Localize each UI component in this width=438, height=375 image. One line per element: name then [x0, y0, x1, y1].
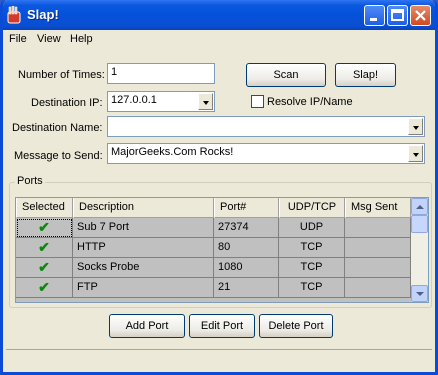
maximize-icon — [391, 9, 404, 21]
row-msg-sent-cell — [345, 258, 411, 278]
edit-port-button[interactable]: Edit Port — [189, 314, 255, 338]
check-icon: ✔ — [38, 239, 50, 255]
status-bar — [6, 349, 432, 369]
dest-name-combo[interactable] — [107, 116, 425, 137]
maximize-button[interactable] — [387, 5, 408, 26]
row-protocol-cell: TCP — [279, 278, 345, 298]
times-label: Number of Times: — [18, 69, 105, 81]
dest-ip-combo[interactable]: 127.0.0.1 — [107, 91, 215, 112]
dest-name-label: Destination Name: — [12, 122, 103, 134]
row-protocol-cell: TCP — [279, 258, 345, 278]
check-icon: ✔ — [38, 259, 50, 275]
close-button[interactable] — [410, 5, 431, 26]
ports-scrollbar[interactable] — [411, 198, 428, 302]
menu-view[interactable]: View — [37, 33, 61, 45]
ports-list[interactable]: Selected Description Port# UDP/TCP Msg S… — [15, 197, 429, 303]
col-protocol-header[interactable]: UDP/TCP — [279, 198, 345, 218]
row-port-cell: 80 — [214, 238, 279, 258]
table-row[interactable]: ✔ Socks Probe 1080 TCP — [16, 258, 411, 278]
dest-ip-label: Destination IP: — [31, 97, 103, 109]
check-icon: ✔ — [38, 219, 50, 235]
add-port-button[interactable]: Add Port — [109, 314, 185, 338]
row-selected-cell[interactable]: ✔ — [16, 218, 73, 238]
table-row[interactable]: ✔ Sub 7 Port 27374 UDP — [16, 218, 411, 238]
row-msg-sent-cell — [345, 218, 411, 238]
col-selected-header[interactable]: Selected — [16, 198, 73, 218]
scroll-up-icon[interactable] — [411, 198, 428, 215]
row-selected-cell[interactable]: ✔ — [16, 258, 73, 278]
row-protocol-cell: TCP — [279, 238, 345, 258]
row-msg-sent-cell — [345, 278, 411, 298]
app-hand-icon — [7, 6, 21, 24]
scroll-down-icon[interactable] — [411, 285, 428, 302]
scroll-thumb[interactable] — [411, 215, 428, 233]
title-bar[interactable]: Slap! — [3, 0, 435, 30]
row-protocol-cell: UDP — [279, 218, 345, 238]
row-description-cell: FTP — [73, 278, 214, 298]
row-port-cell: 1080 — [214, 258, 279, 278]
window-title: Slap! — [27, 7, 59, 22]
table-row[interactable]: ✔ HTTP 80 TCP — [16, 238, 411, 258]
app-window: Slap! File View Help Number of Times: 1 … — [0, 0, 438, 375]
times-input[interactable]: 1 — [107, 63, 215, 84]
message-dropdown-icon[interactable] — [408, 145, 423, 162]
dest-ip-value: 127.0.0.1 — [111, 94, 157, 106]
row-selected-cell[interactable]: ✔ — [16, 238, 73, 258]
col-port-header[interactable]: Port# — [214, 198, 279, 218]
dest-ip-dropdown-icon[interactable] — [198, 93, 213, 110]
message-combo[interactable]: MajorGeeks.Com Rocks! — [107, 143, 425, 164]
menu-file[interactable]: File — [9, 33, 27, 45]
table-row[interactable]: ✔ FTP 21 TCP — [16, 278, 411, 298]
dest-name-dropdown-icon[interactable] — [408, 118, 423, 135]
resolve-checkbox[interactable] — [251, 95, 264, 108]
message-value: MajorGeeks.Com Rocks! — [111, 146, 234, 158]
slap-button[interactable]: Slap! — [335, 63, 396, 87]
scan-button[interactable]: Scan — [246, 63, 326, 87]
row-description-cell: Sub 7 Port — [73, 218, 214, 238]
row-selected-cell[interactable]: ✔ — [16, 278, 73, 298]
row-description-cell: Socks Probe — [73, 258, 214, 278]
minimize-icon — [370, 18, 377, 21]
minimize-button[interactable] — [364, 5, 385, 26]
row-port-cell: 21 — [214, 278, 279, 298]
resolve-label[interactable]: Resolve IP/Name — [267, 96, 353, 108]
row-msg-sent-cell — [345, 238, 411, 258]
menu-help[interactable]: Help — [70, 33, 93, 45]
col-msg-sent-header[interactable]: Msg Sent — [345, 198, 411, 218]
check-icon: ✔ — [38, 279, 50, 295]
row-description-cell: HTTP — [73, 238, 214, 258]
ports-group-title: Ports — [15, 175, 45, 187]
message-label: Message to Send: — [14, 150, 103, 162]
close-icon — [415, 10, 426, 21]
ports-list-header: Selected Description Port# UDP/TCP Msg S… — [16, 198, 411, 218]
col-description-header[interactable]: Description — [73, 198, 214, 218]
row-port-cell: 27374 — [214, 218, 279, 238]
menu-bar: File View Help — [3, 30, 435, 48]
delete-port-button[interactable]: Delete Port — [259, 314, 333, 338]
